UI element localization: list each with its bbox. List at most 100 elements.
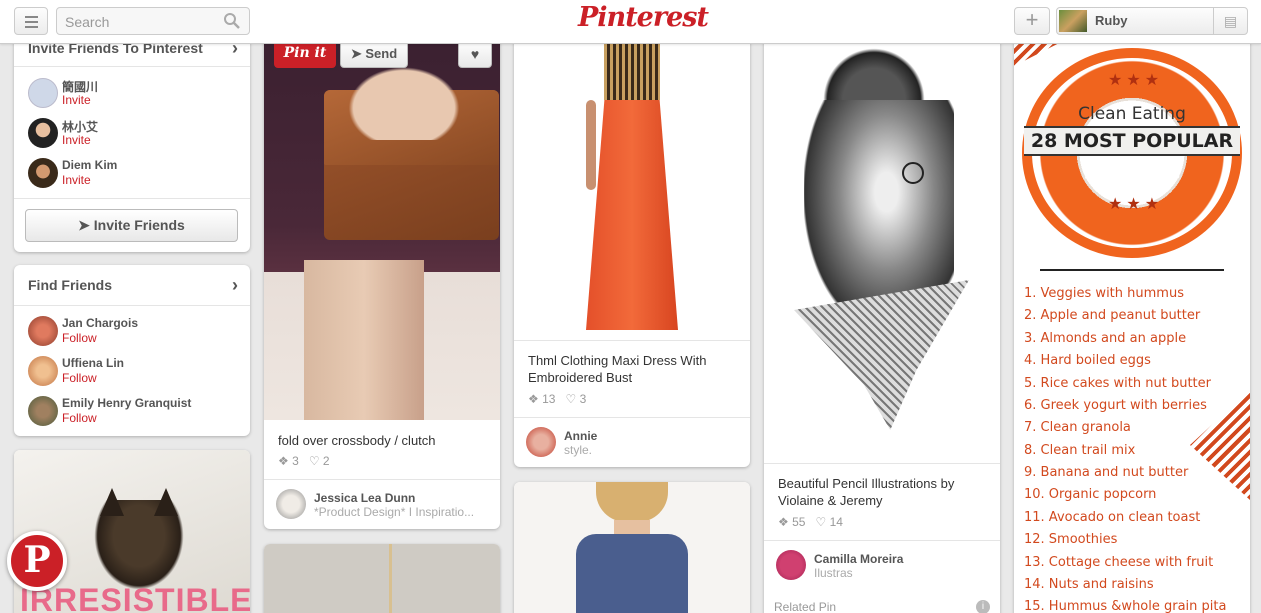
pin-image[interactable] [764, 30, 1000, 463]
snack-item: 5. Rice cakes with nut butter [1024, 376, 1211, 391]
invite-friends-card: Invite Friends To Pinterest › 簡國川 Invite… [14, 30, 250, 252]
invite-link[interactable]: Invite [62, 173, 91, 187]
invite-link[interactable]: Invite [62, 133, 91, 147]
board-name[interactable]: Ilustras [814, 566, 853, 580]
search-input[interactable]: Search [56, 7, 250, 35]
divider [514, 340, 750, 341]
repin-count: 3 [292, 454, 299, 468]
board-name[interactable]: style. [564, 443, 592, 457]
avatar [276, 489, 306, 519]
repin-icon: ❖ [278, 454, 289, 468]
like-icon: ♡ [565, 392, 577, 406]
snack-item: 14. Nuts and raisins [1024, 577, 1154, 592]
pin-card-dog[interactable]: IRRESISTIBLE [14, 450, 250, 613]
person-name[interactable]: Jan Chargois [62, 316, 138, 330]
person-name[interactable]: Emily Henry Granquist [62, 396, 191, 410]
pinterest-badge-icon[interactable]: P [7, 531, 67, 591]
pin-overlay-text: IRRESISTIBLE [20, 582, 250, 613]
menu-button[interactable] [14, 7, 48, 35]
pin-card-dress[interactable]: Thml Clothing Maxi Dress With Embroidere… [514, 30, 750, 467]
invite-link[interactable]: Invite [62, 93, 91, 107]
legs [304, 260, 424, 420]
pin-card-necklace[interactable] [264, 544, 500, 613]
send-button[interactable]: ➤ Send [340, 40, 408, 68]
chevron-right-icon[interactable]: › [232, 275, 238, 296]
separator-line [1040, 269, 1224, 271]
find-title[interactable]: Find Friends [28, 277, 112, 293]
snack-item: 13. Cottage cheese with fruit [1024, 555, 1214, 570]
send-label: Send [365, 46, 398, 61]
divider [264, 479, 500, 480]
follow-link[interactable]: Follow [62, 331, 97, 345]
pin-image[interactable] [264, 544, 500, 613]
infographic-line2: 28 MOST POPULAR [1030, 130, 1234, 152]
user-avatar [1059, 10, 1087, 32]
avatar [28, 316, 58, 346]
snack-item: 4. Hard boiled eggs [1024, 353, 1151, 368]
user-name: Ruby [1095, 13, 1128, 28]
pin-card-infographic[interactable]: ★★★ Clean Eating 28 MOST POPULAR Snack I… [1014, 30, 1250, 613]
repin-icon: ❖ [528, 392, 539, 406]
star-icon: ★★★ [1108, 196, 1164, 213]
hands [339, 60, 469, 140]
user-menu-button[interactable]: Ruby ▤ [1056, 7, 1248, 35]
dress-bodice [604, 40, 660, 100]
pin-credit[interactable]: Jessica Lea Dunn *Product Design* I Insp… [276, 489, 491, 521]
dog-ear [154, 488, 178, 516]
pin-card-clutch[interactable]: Pin it ➤ Send ♥ fold over crossbody / cl… [264, 30, 500, 529]
pin-it-button[interactable]: Pin it [274, 40, 336, 68]
pinner-name[interactable]: Jessica Lea Dunn [314, 491, 415, 505]
related-pin-label: Related Pin [774, 600, 837, 613]
glasses [902, 162, 924, 184]
infographic-line1: Clean Eating [1078, 104, 1186, 124]
person-name[interactable]: Uffiena Lin [62, 356, 124, 370]
dog-ear [100, 488, 124, 516]
divider [764, 463, 1000, 464]
search-icon[interactable] [223, 12, 241, 30]
invite-friends-button[interactable]: ➤ Invite Friends [25, 209, 238, 242]
pin-image[interactable] [514, 482, 750, 613]
hamburger-icon [25, 16, 38, 18]
like-icon: ♡ [815, 515, 827, 529]
person-name[interactable]: Diem Kim [62, 158, 117, 172]
hamburger-line [25, 21, 38, 23]
info-icon[interactable]: i [976, 600, 990, 613]
notifications-icon[interactable]: ▤ [1213, 8, 1247, 34]
star-icon: ★★★ [1108, 72, 1164, 89]
pin-credit[interactable]: Camilla Moreira Ilustras [776, 550, 991, 582]
avatar [28, 396, 58, 426]
pin-stats: ❖ 13 ♡ 3 [528, 392, 586, 406]
pin-card-tanktop[interactable] [514, 482, 750, 613]
snack-item: 8. Clean trail mix [1024, 443, 1136, 458]
send-icon: ➤ [78, 217, 90, 233]
pinner-name[interactable]: Annie [564, 429, 597, 443]
avatar [28, 356, 58, 386]
board-name[interactable]: *Product Design* I Inspiratio... [314, 505, 474, 519]
pinterest-logo[interactable]: Pinterest [578, 2, 709, 33]
infographic-line3: Snack Ideas [1083, 164, 1181, 183]
add-pin-button[interactable]: + [1014, 7, 1050, 35]
pin-card-rooster[interactable]: Beautiful Pencil Illustrations by Violai… [764, 30, 1000, 613]
pin-image[interactable]: IRRESISTIBLE [14, 450, 250, 613]
avatar [28, 78, 58, 108]
follow-link[interactable]: Follow [62, 371, 97, 385]
pin-credit[interactable]: Annie style. [526, 427, 741, 459]
pin-stats: ❖ 55 ♡ 14 [778, 515, 843, 529]
like-button[interactable]: ♥ [458, 40, 492, 68]
pinner-name[interactable]: Camilla Moreira [814, 552, 903, 566]
repin-count: 13 [542, 392, 556, 406]
pin-image[interactable] [514, 30, 750, 340]
follow-link[interactable]: Follow [62, 411, 97, 425]
avatar [28, 118, 58, 148]
pin-description: fold over crossbody / clutch [278, 433, 436, 448]
find-friends-card: Find Friends › Jan Chargois Follow Uffie… [14, 265, 250, 436]
pin-image[interactable]: ★★★ Clean Eating 28 MOST POPULAR Snack I… [1014, 30, 1250, 613]
pin-description: Thml Clothing Maxi Dress With Embroidere… [528, 353, 707, 385]
snack-item: 3. Almonds and an apple [1024, 331, 1187, 346]
tank-top [576, 534, 688, 613]
snack-item: 7. Clean granola [1024, 420, 1131, 435]
snack-item: 6. Greek yogurt with berries [1024, 398, 1207, 413]
invite-friends-label: Invite Friends [93, 217, 185, 233]
pin-image[interactable]: Pin it ➤ Send ♥ [264, 30, 500, 420]
dress-skirt [586, 100, 678, 330]
